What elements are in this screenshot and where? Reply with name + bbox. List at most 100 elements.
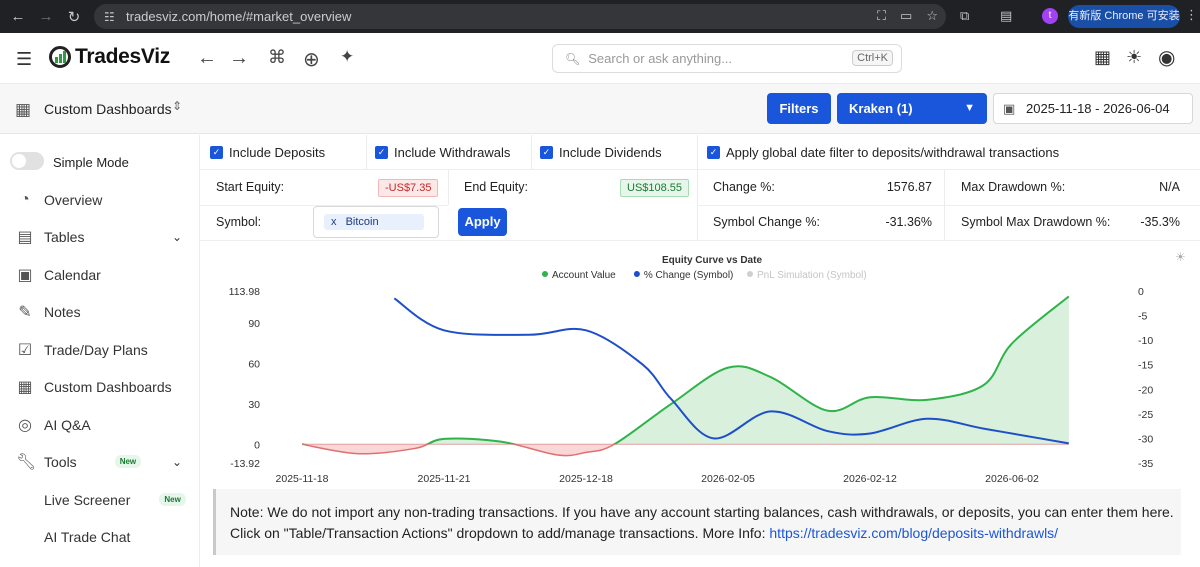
x-tick-label: 2025-12-18	[559, 473, 613, 485]
new-badge: New	[114, 455, 142, 468]
forward-arrow-icon[interactable]: →	[32, 8, 60, 25]
chevron-down-icon[interactable]: ⌄	[172, 455, 182, 469]
address-url[interactable]: tradesviz.com/home/#market_overview	[126, 9, 351, 24]
sidebar-item-trade-day-plans[interactable]: ☑ Trade/Day Plans	[0, 331, 200, 368]
back-arrow-icon[interactable]: ←	[4, 8, 32, 25]
calendar-icon: ▣	[1003, 101, 1016, 116]
ai-spark-icon[interactable]: ✦	[340, 47, 354, 67]
hamburger-menu-icon[interactable]: ☰	[16, 49, 32, 70]
chevron-down-icon[interactable]: ⌄	[172, 230, 182, 244]
note-link[interactable]: https://tradesviz.com/blog/deposits-with…	[769, 525, 1058, 541]
sidebar-item-notes[interactable]: ✎ Notes	[0, 293, 200, 330]
search-icon: 🔍︎	[565, 51, 581, 66]
sidebar-item-tools[interactable]: 🔧︎ Tools New ⌄	[0, 443, 200, 480]
legend-entry: PnL Simulation (Symbol)	[757, 270, 867, 281]
search-shortcut-hint: Ctrl+K	[852, 50, 893, 66]
chart-title: Equity Curve vs Date	[662, 255, 762, 266]
symbol-max-drawdown-label: Symbol Max Drawdown %:	[961, 215, 1111, 229]
sidebar-item-label: Notes	[44, 303, 81, 320]
chart-legend[interactable]: Account Value % Change (Symbol) PnL Simula…	[542, 270, 867, 281]
user-account-icon[interactable]: ◉	[1158, 45, 1175, 70]
site-info-icon[interactable]: ☷	[104, 10, 122, 24]
search-placeholder: Search or ask anything...	[588, 51, 733, 66]
profile-avatar[interactable]: t	[1042, 8, 1058, 24]
y-right-tick-label: -25	[1138, 409, 1153, 421]
back-arrow-icon[interactable]: ←	[197, 47, 217, 70]
table-icon: ▤	[17, 228, 33, 246]
symbol-max-drawdown-value: -35.3%	[1140, 215, 1180, 229]
simple-mode-toggle[interactable]	[10, 152, 44, 170]
sidebar-item-label: Custom Dashboards	[44, 378, 172, 395]
sidebar-item-label: AI Trade Chat	[44, 528, 131, 545]
max-drawdown-value: N/A	[1159, 180, 1180, 194]
info-note: Note: We do not import any non-trading t…	[213, 489, 1181, 555]
sidebar-item-calendar[interactable]: ▣ Calendar	[0, 256, 200, 293]
search-input[interactable]: 🔍︎ Search or ask anything... Ctrl+K	[552, 44, 902, 73]
checkmark-icon: ✓	[210, 146, 223, 159]
max-drawdown-label: Max Drawdown %:	[961, 180, 1066, 194]
main-content: ✓ Include Deposits ✓ Include Withdrawals…	[200, 135, 1200, 567]
account-select[interactable]: Kraken (1) ▼	[837, 93, 987, 124]
sidebar-item-ai-qa[interactable]: ◎ AI Q&A	[0, 406, 200, 443]
browser-menu-icon[interactable]: ⋮	[1185, 7, 1198, 23]
legend-entry: % Change (Symbol)	[644, 270, 733, 281]
clipboard-icon: ☑	[17, 341, 33, 359]
cast-icon[interactable]: ▭	[900, 8, 912, 24]
calendar-icon: ▣	[17, 266, 33, 284]
dashboard-toolbar: ▦ Custom Dashboards ⇕ Filters Kraken (1)…	[0, 84, 1200, 134]
reload-icon[interactable]: ↻	[60, 8, 88, 26]
brand-logo[interactable]: TradesViz	[49, 45, 170, 69]
address-bar[interactable]: ☷ tradesviz.com/home/#market_overview ⛶ …	[94, 4, 946, 29]
command-icon[interactable]: ⌘	[268, 47, 286, 68]
apply-button[interactable]: Apply	[458, 208, 507, 236]
sort-caret-icon[interactable]: ⇕	[172, 99, 182, 113]
add-circle-icon[interactable]: ⊕	[303, 47, 320, 72]
sidebar-item-tables[interactable]: ▤ Tables ⌄	[0, 218, 200, 255]
sidebar-item-custom-dashboards[interactable]: ▦ Custom Dashboards	[0, 368, 200, 405]
x-tick-label: 2026-02-12	[843, 473, 897, 485]
symbol-tag-label: Bitcoin	[345, 216, 379, 228]
include-deposits-checkbox[interactable]: ✓ Include Deposits	[210, 145, 325, 160]
y-right-tick-label: -15	[1138, 360, 1153, 372]
brand-name: TradesViz	[75, 45, 170, 68]
include-deposits-label: Include Deposits	[229, 145, 326, 160]
filters-button[interactable]: Filters	[767, 93, 831, 124]
change-pct-label: Change %:	[713, 180, 775, 194]
date-range-picker[interactable]: ▣ 2025-11-18 - 2026-06-04	[993, 93, 1193, 124]
forward-arrow-icon[interactable]: →	[229, 47, 249, 70]
theme-sun-icon[interactable]: ☀	[1126, 47, 1142, 68]
sidebar-item-label: Calendar	[44, 266, 101, 283]
browser-toolbar: ← → ↻ ☷ tradesviz.com/home/#market_overv…	[0, 0, 1200, 33]
equity-curve-chart: Equity Curve vs Date Account Value % Chan…	[200, 241, 1200, 486]
sidebar-item-live-screener[interactable]: Live Screener New	[0, 481, 200, 518]
y-left-tick-label: 113.98	[229, 286, 260, 298]
translate-icon[interactable]: ⛶	[877, 8, 886, 24]
equity-chart-svg: Equity Curve vs Date Account Value % Chan…	[229, 250, 1186, 485]
include-dividends-label: Include Dividends	[559, 145, 662, 160]
y-right-tick-label: -35	[1138, 458, 1153, 470]
extensions-icon[interactable]: ⧉	[960, 8, 969, 24]
sidebar-item-ai-trade-chat[interactable]: AI Trade Chat	[0, 518, 200, 555]
symbol-multiselect[interactable]: x Bitcoin	[313, 206, 439, 238]
sidebar-item-label: AI Q&A	[44, 416, 91, 433]
account-value-area	[302, 296, 1069, 456]
apps-grid-icon[interactable]: ▦	[1094, 47, 1111, 68]
tab-search-icon[interactable]: ▤	[1000, 8, 1012, 24]
lightbulb-icon[interactable]: ☀	[1175, 250, 1186, 264]
chrome-update-chip[interactable]: 有新版 Chrome 可安装	[1068, 5, 1180, 28]
include-withdrawals-checkbox[interactable]: ✓ Include Withdrawals	[375, 145, 510, 160]
sidebar-item-overview[interactable]: ◔ Overview	[0, 181, 200, 218]
sidebar-item-label: Live Screener	[44, 491, 131, 508]
start-equity-label: Start Equity:	[216, 180, 285, 194]
brain-icon: ◎	[18, 416, 32, 434]
legend-entry: Account Value	[552, 270, 616, 281]
wrench-icon: 🔧︎	[16, 453, 37, 471]
dashboard-title[interactable]: Custom Dashboards	[44, 101, 172, 117]
bookmark-star-icon[interactable]: ☆	[926, 8, 938, 24]
apply-global-date-checkbox[interactable]: ✓ Apply global date filter to deposits/w…	[707, 145, 1059, 160]
tag-remove-icon[interactable]: x	[331, 216, 337, 228]
chevron-down-icon: ▼	[964, 102, 975, 114]
legend-marker	[633, 271, 640, 277]
checkmark-icon: ✓	[540, 146, 553, 159]
include-dividends-checkbox[interactable]: ✓ Include Dividends	[540, 145, 662, 160]
